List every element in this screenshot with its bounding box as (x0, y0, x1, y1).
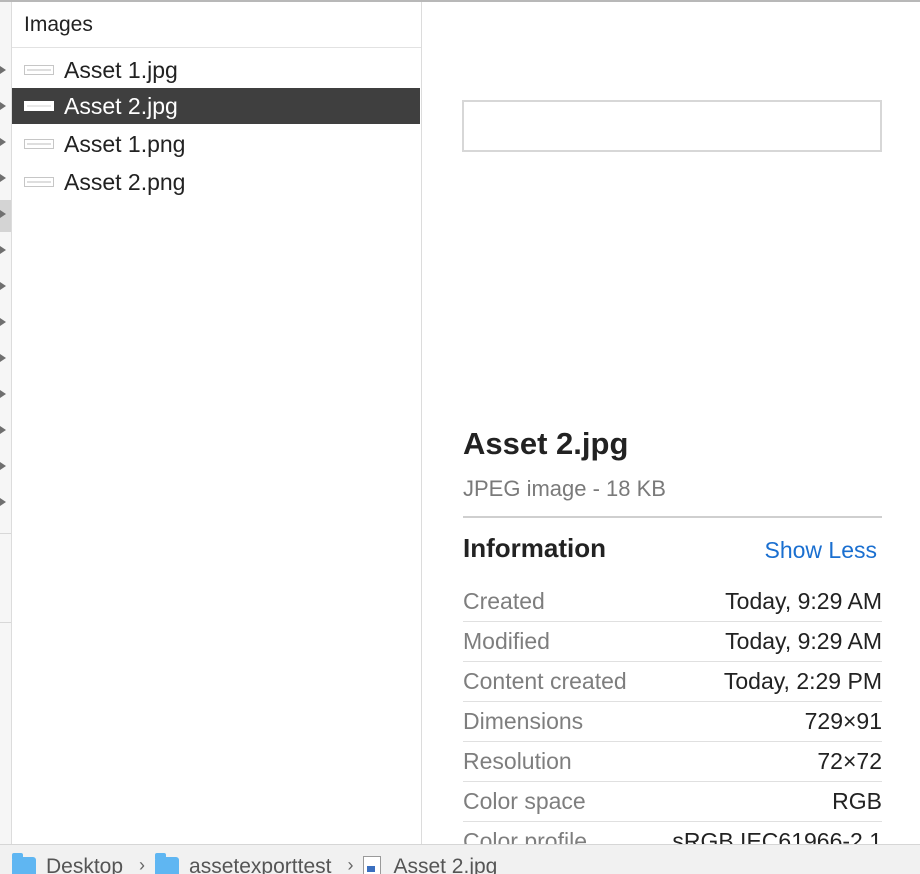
information-heading: Information (463, 533, 606, 563)
file-name: Asset 1.png (64, 130, 186, 157)
metadata-value: 729×91 (804, 708, 882, 734)
file-name: Asset 1.jpg (64, 56, 178, 83)
show-less-link[interactable]: Show Less (764, 537, 877, 564)
metadata-row-created: Created Today, 9:29 AM (463, 582, 882, 622)
image-thumbnail (462, 100, 882, 152)
file-row-asset-1-png[interactable]: Asset 1.png (12, 126, 420, 162)
folder-name-label: Images (24, 12, 93, 36)
chevron-right-icon: › (347, 855, 354, 874)
file-row-asset-1-jpg[interactable]: Asset 1.jpg (12, 52, 420, 88)
path-item-assetexporttest[interactable]: assetexporttest (155, 853, 332, 874)
metadata-key: Dimensions (463, 708, 584, 734)
file-name: Asset 2.png (64, 168, 186, 195)
metadata-key: Resolution (463, 748, 572, 774)
disclosure-triangle-icon[interactable] (0, 390, 6, 398)
disclosure-triangle-icon[interactable] (0, 138, 6, 146)
image-file-icon (24, 177, 54, 187)
file-row-asset-2-png[interactable]: Asset 2.png (12, 164, 420, 200)
path-label: Asset 2.jpg (393, 855, 498, 874)
image-file-icon (24, 65, 54, 75)
chevron-right-icon: › (139, 855, 146, 874)
metadata-row-resolution: Resolution 72×72 (463, 742, 882, 782)
path-label: assetexporttest (189, 855, 332, 874)
image-file-icon (24, 101, 54, 111)
metadata-value: 72×72 (817, 748, 882, 774)
disclosure-triangle-icon[interactable] (0, 354, 6, 362)
path-item-asset-2-jpg[interactable]: Asset 2.jpg (363, 855, 497, 874)
metadata-key: Content created (463, 668, 627, 694)
image-file-icon (24, 139, 54, 149)
disclosure-triangle-icon[interactable] (0, 498, 6, 506)
disclosure-triangle-icon[interactable] (0, 210, 6, 218)
disclosure-triangle-icon[interactable] (0, 426, 6, 434)
disclosure-triangle-icon[interactable] (0, 102, 6, 110)
column-header: Images (12, 2, 421, 48)
parent-folder-column[interactable] (0, 2, 12, 844)
disclosure-triangle-icon[interactable] (0, 174, 6, 182)
disclosure-triangle-icon[interactable] (0, 462, 6, 470)
metadata-key: Color space (463, 788, 586, 814)
finder-window: Images Asset 1.jpg Asset 2.jpg Asset 1.p… (0, 0, 920, 874)
metadata-key: Modified (463, 628, 550, 654)
disclosure-triangle-icon[interactable] (0, 282, 6, 290)
images-folder-column[interactable]: Images Asset 1.jpg Asset 2.jpg Asset 1.p… (12, 2, 422, 844)
preview-pane: Asset 2.jpg JPEG image - 18 KB Informati… (423, 2, 920, 862)
folder-icon (12, 853, 36, 874)
metadata-row-content-created: Content created Today, 2:29 PM (463, 662, 882, 702)
path-bar: Desktop › assetexporttest › Asset 2.jpg (0, 844, 920, 874)
path-item-desktop[interactable]: Desktop (12, 853, 124, 874)
metadata-value: RGB (832, 788, 882, 814)
file-name: Asset 2.jpg (64, 92, 178, 119)
metadata-row-color-space: Color space RGB (463, 782, 882, 822)
jpeg-file-icon (363, 856, 382, 874)
metadata-value: Today, 9:29 AM (725, 628, 882, 654)
column-divider (0, 533, 11, 534)
column-divider (0, 622, 11, 623)
section-divider (463, 516, 882, 518)
file-row-asset-2-jpg[interactable]: Asset 2.jpg (12, 88, 420, 124)
disclosure-triangle-icon[interactable] (0, 66, 6, 74)
metadata-row-modified: Modified Today, 9:29 AM (463, 622, 882, 662)
path-label: Desktop (46, 855, 124, 874)
metadata-key: Created (463, 588, 545, 614)
disclosure-triangle-icon[interactable] (0, 318, 6, 326)
folder-icon (155, 853, 180, 874)
preview-title: Asset 2.jpg (463, 426, 629, 461)
metadata-value: Today, 9:29 AM (725, 588, 882, 614)
metadata-row-dimensions: Dimensions 729×91 (463, 702, 882, 742)
disclosure-triangle-icon[interactable] (0, 246, 6, 254)
preview-subtitle: JPEG image - 18 KB (463, 476, 666, 501)
metadata-value: Today, 2:29 PM (723, 668, 882, 694)
